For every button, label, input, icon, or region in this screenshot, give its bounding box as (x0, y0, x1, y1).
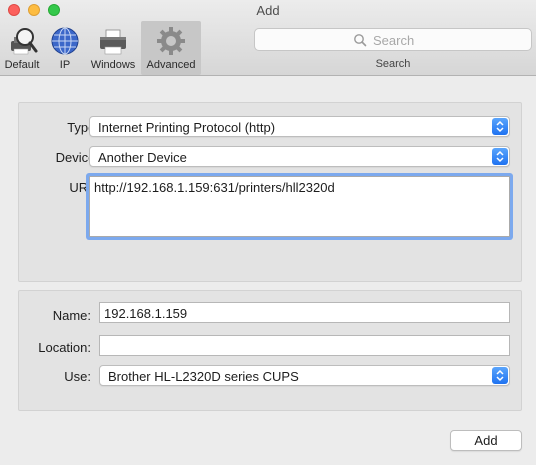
toolbar-item-label: Default (4, 59, 40, 71)
location-label: Location: (38, 340, 91, 355)
toolbar-item-label: Advanced (146, 59, 196, 71)
search-icon (354, 34, 367, 47)
url-label: URL: (69, 180, 99, 195)
use-value: Brother HL-L2320D series CUPS (108, 369, 299, 384)
toolbar-item-advanced[interactable]: Advanced (141, 21, 201, 75)
toolbar-item-ip[interactable]: IP (47, 21, 83, 75)
toolbar-item-label: IP (59, 59, 71, 71)
search-placeholder: Search (373, 33, 415, 48)
default-printer-icon (11, 28, 38, 55)
name-label: Name: (52, 308, 91, 323)
toolbar-item-default[interactable]: Default (0, 21, 44, 75)
connection-panel: Type: Internet Printing Protocol (http) … (18, 102, 522, 282)
use-label: Use: (64, 369, 91, 384)
add-button[interactable]: Add (450, 430, 522, 451)
popup-stepper-icon (492, 148, 508, 165)
name-value: 192.168.1.159 (104, 306, 188, 321)
window-title: Add (256, 3, 280, 18)
type-value: Internet Printing Protocol (http) (98, 120, 276, 135)
device-label: Device: (55, 150, 99, 165)
use-popup[interactable]: Brother HL-L2320D series CUPS (99, 365, 510, 386)
url-field[interactable]: http://192.168.1.159:631/printers/hll232… (89, 176, 510, 237)
windows-printer-icon (100, 29, 126, 55)
name-field[interactable]: 192.168.1.159 (99, 302, 510, 323)
globe-icon (51, 27, 79, 55)
search-input[interactable]: Search (254, 28, 532, 51)
type-popup[interactable]: Internet Printing Protocol (http) (89, 116, 510, 137)
printer-panel: Name: 192.168.1.159 Location: Use: Broth… (18, 290, 522, 411)
popup-stepper-icon (492, 118, 508, 135)
popup-stepper-icon (492, 367, 508, 384)
toolbar-item-label: Windows (90, 59, 136, 71)
toolbar-item-windows[interactable]: Windows (87, 21, 139, 75)
device-popup[interactable]: Another Device (89, 146, 510, 167)
type-label: Type: (67, 120, 99, 135)
location-field[interactable] (99, 335, 510, 356)
window-toolbar: Add Default IP Windows Advanced Search S… (0, 0, 536, 76)
gear-icon (157, 27, 185, 55)
url-value: http://192.168.1.159:631/printers/hll232… (94, 180, 335, 195)
device-value: Another Device (98, 150, 187, 165)
search-caption: Search (375, 58, 411, 70)
